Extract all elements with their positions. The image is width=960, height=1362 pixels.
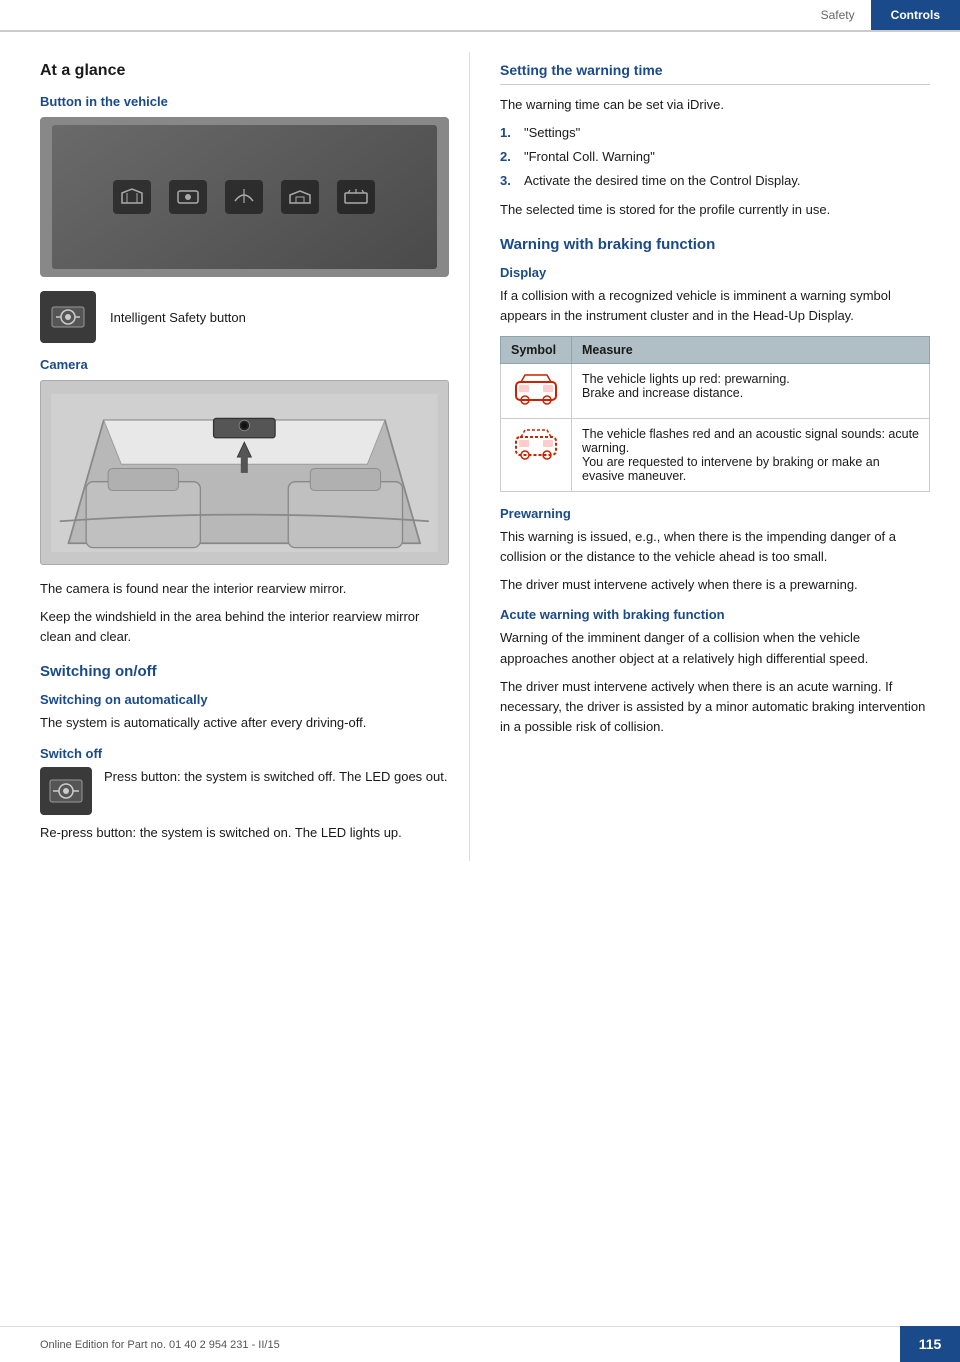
warning-time-note: The selected time is stored for the prof… bbox=[500, 200, 930, 220]
acute-warning-desc1: Warning of the imminent danger of a coll… bbox=[500, 628, 930, 668]
table-row-1: The vehicle lights up red: prewarning.Br… bbox=[501, 363, 930, 418]
steps-list: 1. "Settings" 2. "Frontal Coll. Warning"… bbox=[500, 123, 930, 191]
switching-auto-desc: The system is automatically active after… bbox=[40, 713, 449, 733]
divider-1 bbox=[500, 84, 930, 85]
step-2-num: 2. bbox=[500, 147, 516, 167]
switch-off-icon bbox=[40, 767, 92, 815]
car-icon-2 bbox=[511, 427, 561, 462]
switch-off-row: Press button: the system is switched off… bbox=[40, 767, 449, 815]
footer: Online Edition for Part no. 01 40 2 954 … bbox=[0, 1326, 960, 1362]
step-2: 2. "Frontal Coll. Warning" bbox=[500, 147, 930, 167]
table-col2: Measure bbox=[572, 336, 930, 363]
table-col1: Symbol bbox=[501, 336, 572, 363]
display-subheading: Display bbox=[500, 265, 930, 280]
main-content: At a glance Button in the vehicle bbox=[0, 32, 960, 881]
step-3-num: 3. bbox=[500, 171, 516, 191]
at-a-glance-title: At a glance bbox=[40, 62, 449, 80]
display-desc: If a collision with a recognized vehicle… bbox=[500, 286, 930, 326]
page-number: 115 bbox=[900, 1326, 960, 1362]
table-row-2-measure: The vehicle flashes red and an acoustic … bbox=[572, 418, 930, 491]
button-image bbox=[40, 117, 449, 277]
step-1-text: "Settings" bbox=[524, 123, 580, 143]
right-column: Setting the warning time The warning tim… bbox=[470, 52, 960, 861]
button-in-vehicle-subtitle: Button in the vehicle bbox=[40, 94, 449, 109]
switch-off-subheading: Switch off bbox=[40, 746, 449, 761]
camera-interior-svg bbox=[51, 386, 438, 560]
button-image-inner bbox=[52, 125, 436, 269]
footer-text: Online Edition for Part no. 01 40 2 954 … bbox=[40, 1339, 280, 1351]
dash-btn-2 bbox=[169, 180, 207, 214]
table-row-2: The vehicle flashes red and an acoustic … bbox=[501, 418, 930, 491]
step-3-text: Activate the desired time on the Control… bbox=[524, 171, 801, 191]
intelligent-safety-row: Intelligent Safety button bbox=[40, 291, 449, 343]
dash-btn-5 bbox=[337, 180, 375, 214]
step-2-text: "Frontal Coll. Warning" bbox=[524, 147, 655, 167]
header-controls-label: Controls bbox=[871, 0, 960, 30]
setting-warning-time-title: Setting the warning time bbox=[500, 62, 930, 78]
dash-btn-4 bbox=[281, 180, 319, 214]
switch-off-desc: Press button: the system is switched off… bbox=[104, 767, 447, 787]
prewarning-desc2: The driver must intervene actively when … bbox=[500, 575, 930, 595]
acute-warning-subheading: Acute warning with braking function bbox=[500, 607, 930, 622]
prewarning-desc1: This warning is issued, e.g., when there… bbox=[500, 527, 930, 567]
table-row-1-icon bbox=[501, 363, 572, 418]
step-1: 1. "Settings" bbox=[500, 123, 930, 143]
acute-warning-desc2: The driver must intervene actively when … bbox=[500, 677, 930, 737]
left-column: At a glance Button in the vehicle bbox=[0, 52, 470, 861]
intelligent-safety-icon bbox=[40, 291, 96, 343]
camera-desc1: The camera is found near the interior re… bbox=[40, 579, 449, 599]
page-header: Safety Controls bbox=[0, 0, 960, 32]
camera-subtitle: Camera bbox=[40, 357, 449, 372]
car-icon-1 bbox=[511, 372, 561, 407]
warning-table: Symbol Measure bbox=[500, 336, 930, 492]
switch-off-desc2: Re-press button: the system is switched … bbox=[40, 823, 449, 843]
camera-image bbox=[40, 380, 449, 565]
table-row-1-measure: The vehicle lights up red: prewarning.Br… bbox=[572, 363, 930, 418]
switching-onoff-heading: Switching on/off bbox=[40, 663, 449, 680]
step-1-num: 1. bbox=[500, 123, 516, 143]
dash-btn-3 bbox=[225, 180, 263, 214]
warning-braking-heading: Warning with braking function bbox=[500, 236, 930, 253]
intelligent-safety-label: Intelligent Safety button bbox=[110, 310, 246, 325]
table-row-2-icon bbox=[501, 418, 572, 491]
warning-time-desc: The warning time can be set via iDrive. bbox=[500, 95, 930, 115]
header-safety-label: Safety bbox=[805, 0, 871, 30]
step-3: 3. Activate the desired time on the Cont… bbox=[500, 171, 930, 191]
dash-btn-1 bbox=[113, 180, 151, 214]
camera-desc2: Keep the windshield in the area behind t… bbox=[40, 607, 449, 647]
switching-auto-subheading: Switching on automatically bbox=[40, 692, 449, 707]
prewarning-subheading: Prewarning bbox=[500, 506, 930, 521]
